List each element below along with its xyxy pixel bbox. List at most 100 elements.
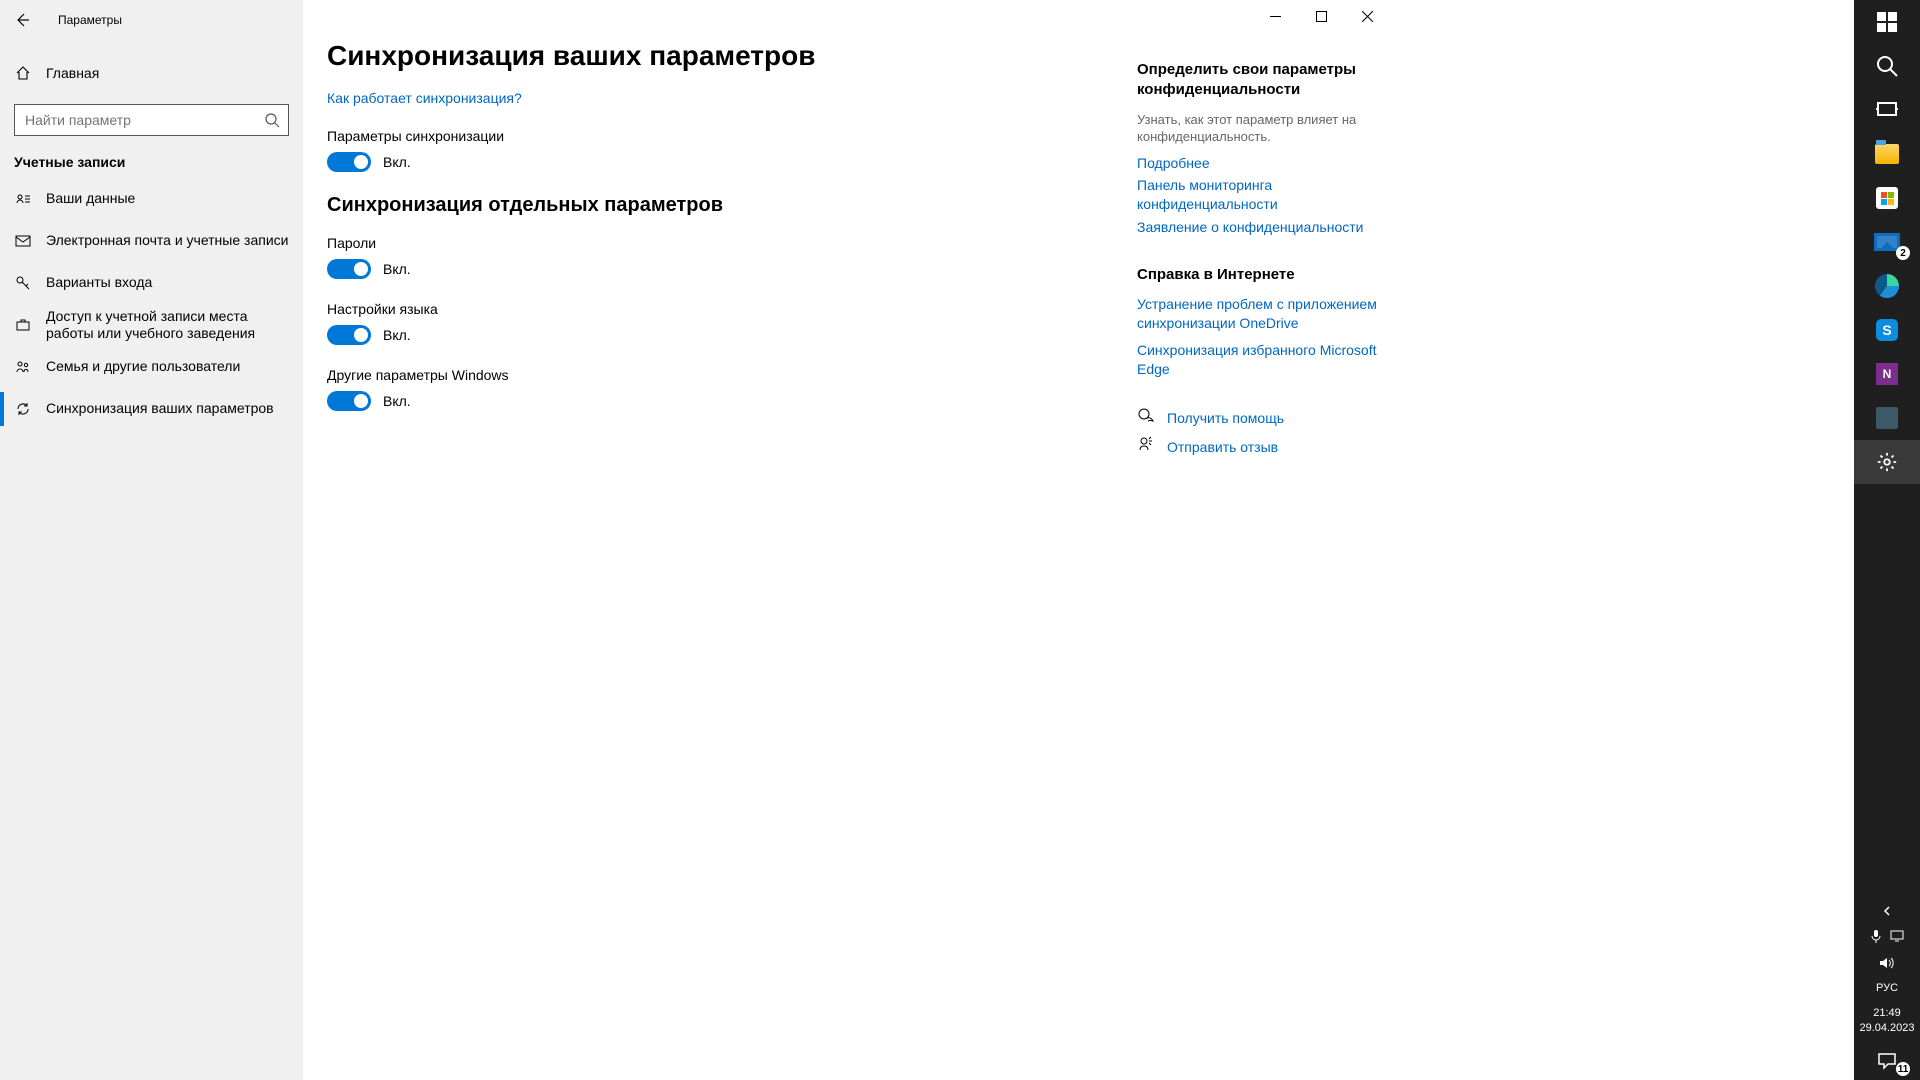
setting-language: Настройки языка Вкл. bbox=[327, 301, 1117, 345]
main-content: Синхронизация ваших параметров Как работ… bbox=[303, 0, 1390, 1080]
setting-label: Другие параметры Windows bbox=[327, 367, 1117, 383]
setting-passwords: Пароли Вкл. bbox=[327, 235, 1117, 279]
sidebar-item-work-access[interactable]: Доступ к учетной записи места работы или… bbox=[0, 304, 303, 346]
window-title: Параметры bbox=[58, 13, 122, 27]
content-column: Синхронизация ваших параметров Как работ… bbox=[327, 40, 1117, 1080]
sync-master-setting: Параметры синхронизации Вкл. bbox=[327, 128, 1117, 172]
feedback-link[interactable]: Отправить отзыв bbox=[1167, 438, 1278, 457]
passwords-toggle[interactable] bbox=[327, 259, 371, 279]
privacy-title: Определить свои параметры конфиденциальн… bbox=[1137, 60, 1377, 101]
notifications-button[interactable]: 11 bbox=[1854, 1042, 1920, 1080]
taskbar: 2 S N РУС 21:49 29.04.2023 11 bbox=[1854, 0, 1920, 1080]
task-view-button[interactable] bbox=[1854, 88, 1920, 132]
tray-date: 29.04.2023 bbox=[1859, 1021, 1914, 1036]
privacy-desc: Узнать, как этот параметр влияет на конф… bbox=[1137, 111, 1377, 146]
tray-language[interactable]: РУС bbox=[1876, 976, 1898, 1000]
taskbar-app-explorer[interactable] bbox=[1854, 132, 1920, 176]
tray-volume-button[interactable] bbox=[1854, 950, 1920, 976]
sidebar-item-label: Ваши данные bbox=[46, 190, 135, 208]
key-icon bbox=[14, 275, 32, 291]
sidebar-item-sync[interactable]: Синхронизация ваших параметров bbox=[0, 388, 303, 430]
taskbar-search-button[interactable] bbox=[1854, 44, 1920, 88]
help-block: Справка в Интернете Устранение проблем с… bbox=[1137, 265, 1377, 379]
skype-icon: S bbox=[1876, 319, 1898, 341]
support-block: Получить помощь Отправить отзыв bbox=[1137, 407, 1377, 459]
taskbar-app-generic[interactable] bbox=[1854, 396, 1920, 440]
search-input[interactable] bbox=[15, 105, 288, 135]
home-nav[interactable]: Главная bbox=[0, 52, 303, 94]
tray-display-icon[interactable] bbox=[1890, 930, 1904, 945]
toggle-state: Вкл. bbox=[383, 393, 411, 409]
home-icon bbox=[14, 65, 32, 81]
privacy-link-dashboard[interactable]: Панель мониторинга конфиденциальности bbox=[1137, 176, 1377, 214]
minimize-button[interactable] bbox=[1252, 0, 1298, 32]
taskbar-app-mail[interactable]: 2 bbox=[1854, 220, 1920, 264]
sync-master-toggle[interactable] bbox=[327, 152, 371, 172]
sidebar-item-label: Семья и другие пользователи bbox=[46, 358, 240, 376]
taskbar-app-store[interactable] bbox=[1854, 176, 1920, 220]
briefcase-icon bbox=[14, 317, 32, 333]
sidebar-item-family[interactable]: Семья и другие пользователи bbox=[0, 346, 303, 388]
tray-time: 21:49 bbox=[1859, 1006, 1914, 1021]
mail-badge: 2 bbox=[1896, 246, 1910, 260]
home-label: Главная bbox=[46, 65, 99, 81]
privacy-link-more[interactable]: Подробнее bbox=[1137, 154, 1377, 173]
privacy-block: Определить свои параметры конфиденциальн… bbox=[1137, 60, 1377, 237]
person-card-icon bbox=[14, 191, 32, 207]
setting-label: Параметры синхронизации bbox=[327, 128, 1117, 144]
taskbar-app-onenote[interactable]: N bbox=[1854, 352, 1920, 396]
setting-label: Настройки языка bbox=[327, 301, 1117, 317]
sidebar-item-label: Синхронизация ваших параметров bbox=[46, 400, 274, 418]
help-icon bbox=[1137, 407, 1157, 430]
taskbar-app-settings[interactable] bbox=[1854, 440, 1920, 484]
get-help-link[interactable]: Получить помощь bbox=[1167, 409, 1284, 428]
people-icon bbox=[14, 359, 32, 375]
toggle-state: Вкл. bbox=[383, 154, 411, 170]
language-toggle[interactable] bbox=[327, 325, 371, 345]
help-link-onedrive[interactable]: Устранение проблем с приложением синхрон… bbox=[1137, 295, 1377, 333]
sidebar-item-label: Доступ к учетной записи места работы или… bbox=[46, 308, 276, 343]
sidebar-item-email[interactable]: Электронная почта и учетные записи bbox=[0, 220, 303, 262]
page-title: Синхронизация ваших параметров bbox=[327, 40, 1117, 72]
tray-clock[interactable]: 21:49 29.04.2023 bbox=[1859, 1000, 1914, 1042]
sidebar-item-your-info[interactable]: Ваши данные bbox=[0, 178, 303, 220]
feedback-icon bbox=[1137, 436, 1157, 459]
sidebar-item-label: Электронная почта и учетные записи bbox=[46, 232, 288, 250]
notifications-badge: 11 bbox=[1896, 1062, 1910, 1076]
maximize-button[interactable] bbox=[1298, 0, 1344, 32]
sub-section-title: Синхронизация отдельных параметров bbox=[327, 194, 1117, 217]
search-box[interactable] bbox=[14, 104, 289, 136]
setting-label: Пароли bbox=[327, 235, 1117, 251]
edge-icon bbox=[1875, 274, 1899, 298]
window-controls bbox=[1252, 0, 1390, 32]
onenote-icon: N bbox=[1876, 363, 1898, 385]
close-button[interactable] bbox=[1344, 0, 1390, 32]
start-button[interactable] bbox=[1854, 0, 1920, 44]
sidebar-item-label: Варианты входа bbox=[46, 274, 152, 292]
settings-window: Параметры Главная Учетные записи Ваши да… bbox=[0, 0, 1390, 1080]
search-wrap bbox=[0, 94, 303, 136]
sidebar-item-signin[interactable]: Варианты входа bbox=[0, 262, 303, 304]
taskbar-app-edge[interactable] bbox=[1854, 264, 1920, 308]
help-title: Справка в Интернете bbox=[1137, 265, 1377, 285]
tray-chevron-button[interactable] bbox=[1854, 898, 1920, 924]
help-link-edge[interactable]: Синхронизация избранного Microsoft Edge bbox=[1137, 341, 1377, 379]
search-icon bbox=[264, 112, 280, 133]
sidebar-section-title: Учетные записи bbox=[0, 136, 303, 178]
privacy-link-statement[interactable]: Заявление о конфиденциальности bbox=[1137, 218, 1377, 237]
app-icon bbox=[1876, 407, 1898, 429]
store-icon bbox=[1876, 187, 1898, 209]
setting-other: Другие параметры Windows Вкл. bbox=[327, 367, 1117, 411]
system-tray: РУС 21:49 29.04.2023 11 bbox=[1854, 898, 1920, 1080]
taskbar-app-skype[interactable]: S bbox=[1854, 308, 1920, 352]
folder-icon bbox=[1875, 144, 1899, 164]
other-toggle[interactable] bbox=[327, 391, 371, 411]
sidebar: Параметры Главная Учетные записи Ваши да… bbox=[0, 0, 303, 1080]
tray-mic-icon[interactable] bbox=[1870, 929, 1882, 946]
toggle-state: Вкл. bbox=[383, 327, 411, 343]
sync-icon bbox=[14, 401, 32, 417]
right-sidebar: Определить свои параметры конфиденциальн… bbox=[1137, 40, 1377, 1080]
how-sync-works-link[interactable]: Как работает синхронизация? bbox=[327, 90, 522, 106]
back-button[interactable] bbox=[8, 6, 36, 34]
gear-icon bbox=[1876, 451, 1898, 473]
